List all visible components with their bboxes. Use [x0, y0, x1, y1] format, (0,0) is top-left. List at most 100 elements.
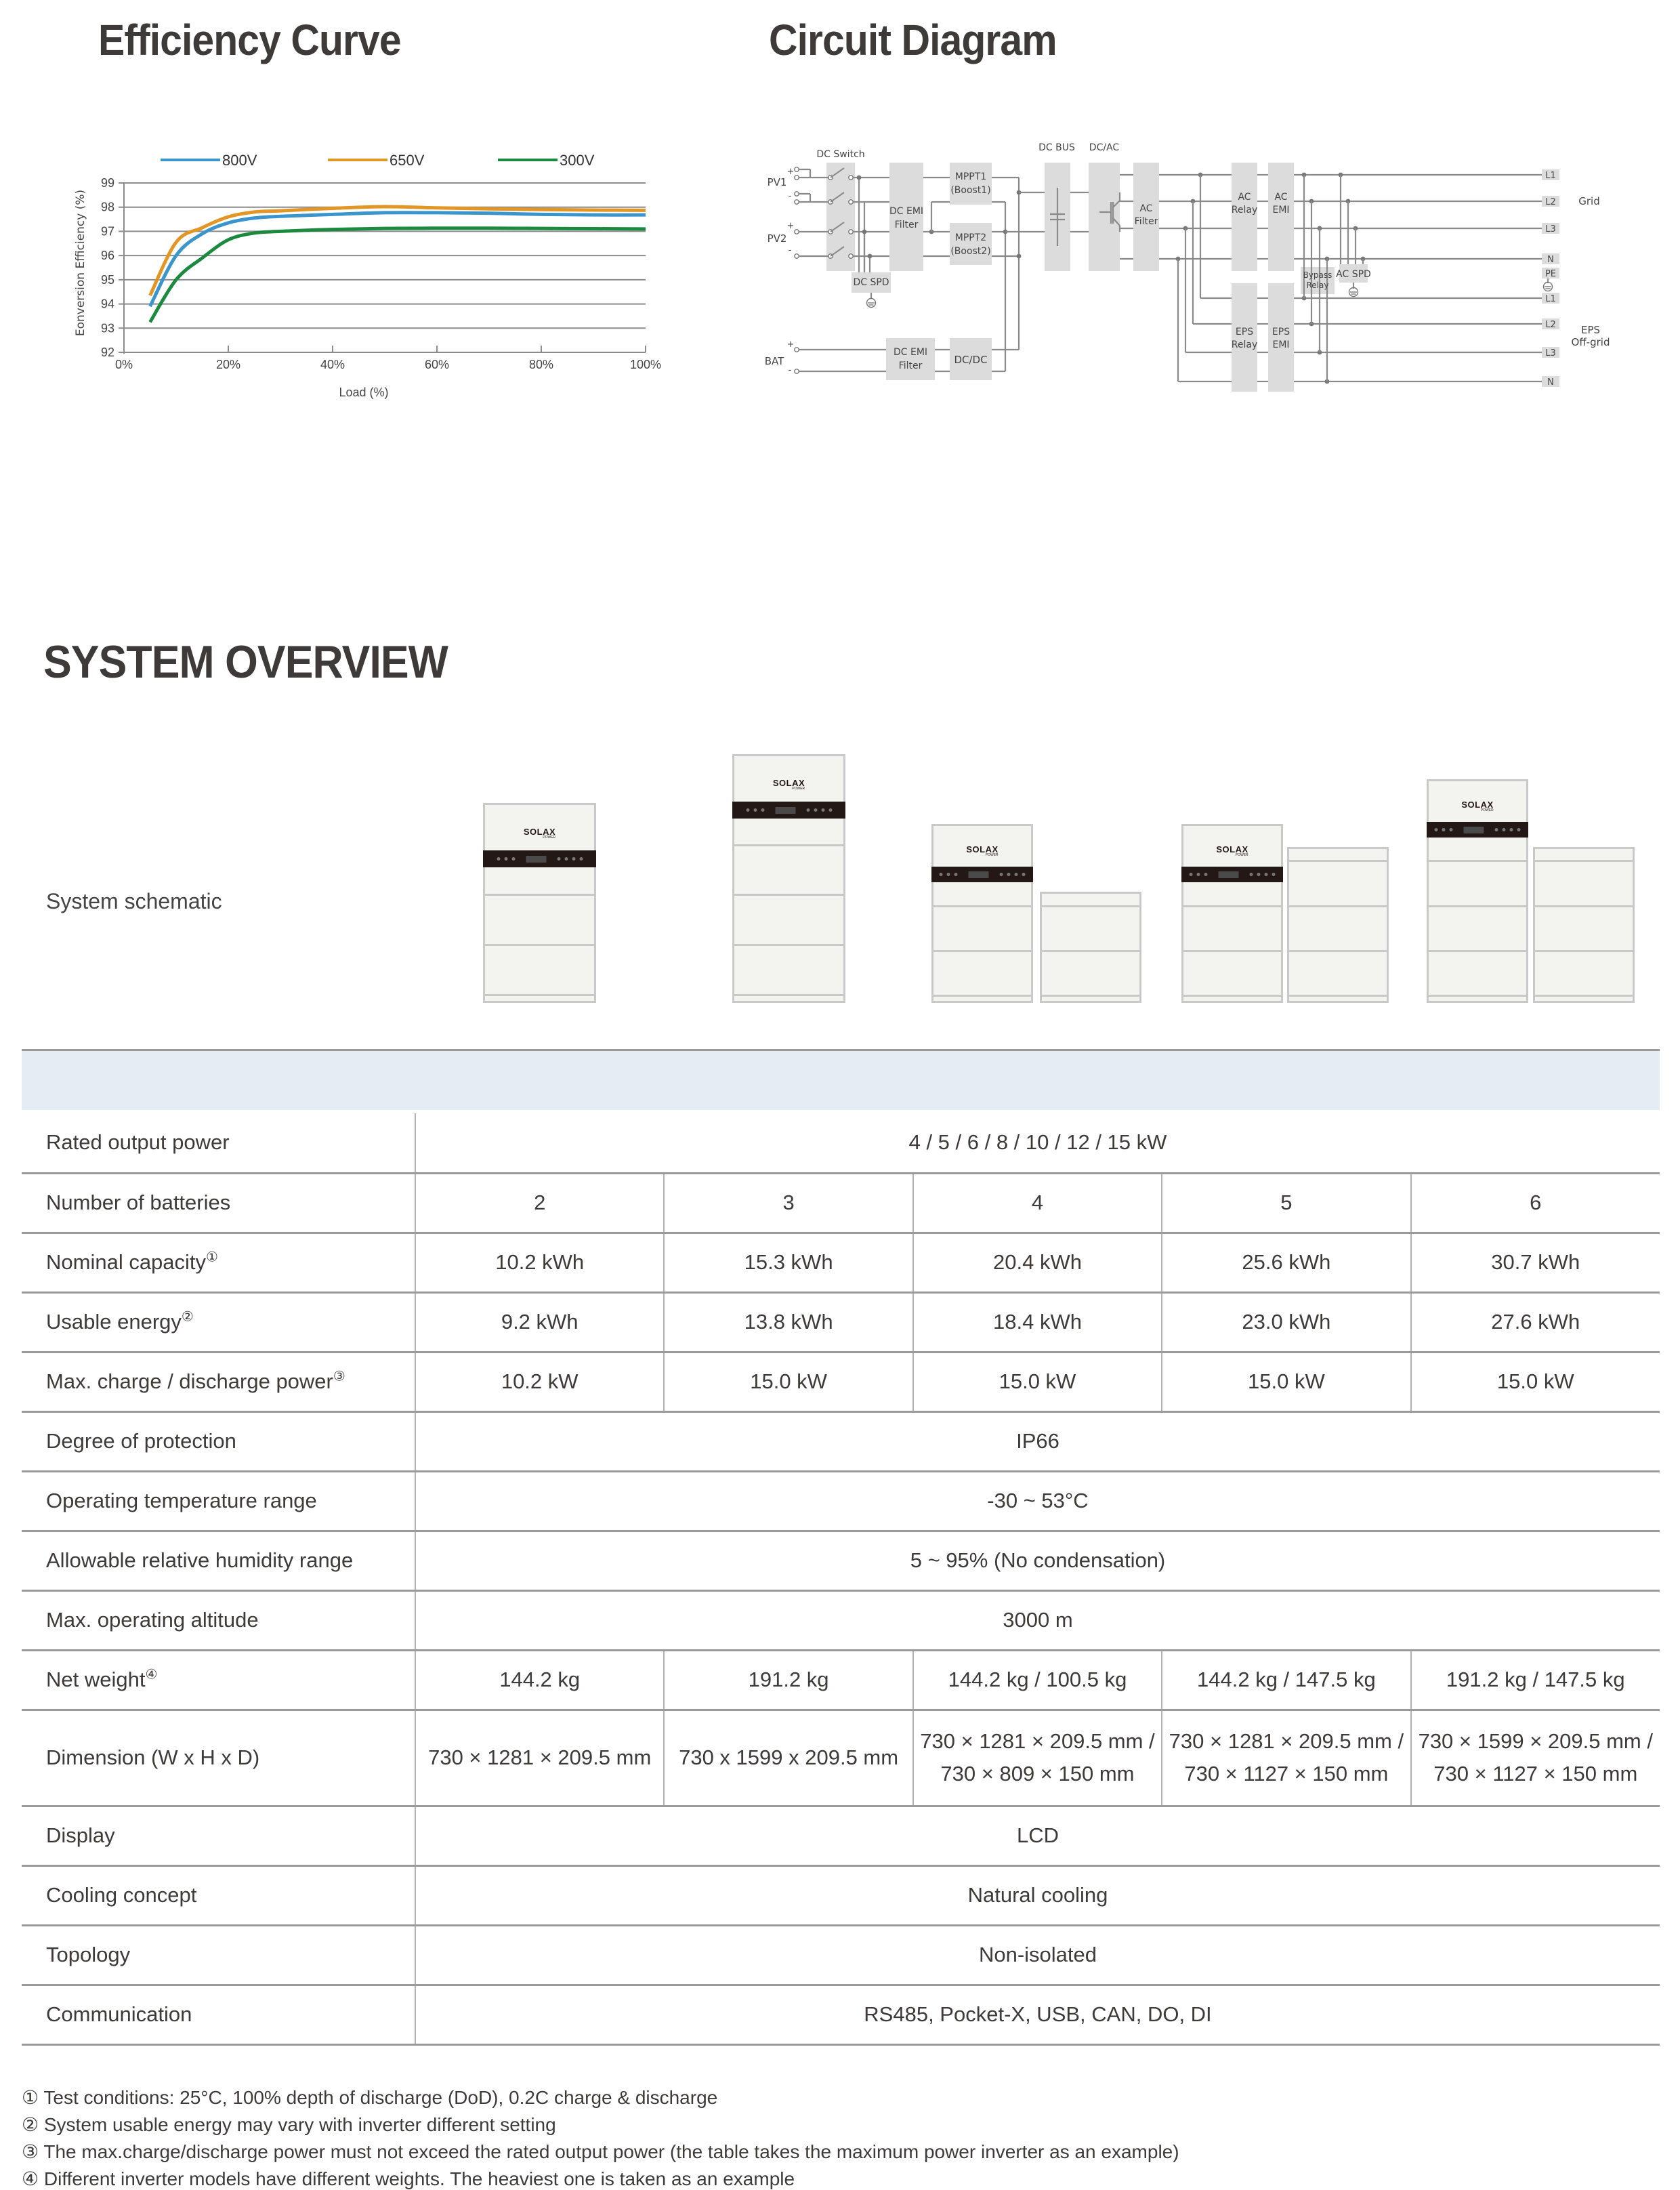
footnote-marker: ③ [333, 1369, 345, 1384]
junction [856, 175, 862, 180]
circuit-label: Bypass [1303, 270, 1332, 280]
row-label-text: Usable energy [46, 1310, 182, 1334]
battery-stack [1040, 892, 1141, 1003]
efficiency-chart: 92 93 94 95 96 97 98 99 0% 20% 40% 60% 80% 100% 800V 6… [74, 152, 661, 399]
row-value: 15.0 kW [1162, 1352, 1412, 1413]
legend-label: 300V [560, 152, 595, 169]
circuit-label: (Boost2) [950, 246, 990, 257]
indicator-leds [1434, 826, 1521, 833]
grid-terminal-label: L1 [1545, 171, 1556, 181]
circuit-label: EMI [1272, 339, 1289, 350]
ac-relay-block [1232, 163, 1257, 271]
battery-module-divider [1535, 905, 1633, 907]
chart-y-axis-label: Eonversion Efficiency (%) [74, 190, 87, 336]
circuit-label: DC/DC [954, 354, 987, 366]
battery-module-divider [1535, 860, 1633, 862]
row-label-text: Allowable relative humidity range [46, 1548, 354, 1572]
row-value: 144.2 kg [415, 1650, 665, 1711]
row-value: 191.2 kg / 147.5 kg [1410, 1650, 1660, 1711]
junction [867, 253, 873, 259]
row-label-text: Degree of protection [46, 1429, 236, 1453]
eps-label: EPS [1581, 324, 1600, 336]
x-tick-label: 100% [630, 358, 661, 371]
row-value: Non-isolated [415, 1925, 1660, 1986]
solax-logo: SOLAX POWER [1461, 800, 1493, 812]
battery-module-divider [485, 994, 594, 996]
circuit-label: (Boost1) [950, 185, 990, 196]
battery-module-divider [1429, 950, 1526, 952]
ac-emi-block [1268, 163, 1294, 271]
row-value: 27.6 kWh [1410, 1292, 1660, 1353]
series-line-300v [148, 226, 646, 323]
legend-label: 800V [222, 152, 257, 169]
circuit-label: MPPT2 [955, 232, 986, 243]
circuit-label: + [787, 221, 795, 231]
row-label-text: Cooling concept [46, 1883, 197, 1907]
indicator-leds [939, 871, 1026, 878]
system-overview-title: SYSTEM OVERVIEW [43, 636, 448, 688]
x-tick-label: 40% [320, 358, 345, 371]
row-label-text: Communication [46, 2002, 192, 2026]
pv2-label: PV2 [768, 232, 787, 245]
circuit-label: EMI [1272, 205, 1289, 215]
series-line-650v [148, 205, 646, 297]
spec-table: Rated output power 4 / 5 / 6 / 8 / 10 / 1… [22, 1113, 1660, 2046]
lcd-screen [1463, 826, 1484, 833]
circuit-label: AC [1139, 203, 1152, 214]
row-label: Net weight④ [22, 1650, 416, 1711]
row-value: 730 × 1599 × 209.5 mm / 730 × 1127 × 150 … [1410, 1710, 1660, 1807]
battery-module-divider [933, 950, 1031, 952]
terminal [794, 167, 799, 172]
x-tick-label: 80% [529, 358, 553, 371]
battery-stack [1287, 847, 1389, 1003]
battery-module-divider [1289, 905, 1387, 907]
circuit-label: + [787, 167, 795, 177]
row-label: Communication [22, 1985, 416, 2046]
dc-ac-block [1089, 163, 1120, 271]
circuit-label: DC EMI [894, 347, 927, 358]
table-row: Net weight④ 144.2 kg 191.2 kg 144.2 kg / 10… [22, 1650, 1660, 1711]
circuit-diagram-title: Circuit Diagram [769, 16, 1057, 64]
battery-module-divider [1042, 950, 1139, 952]
battery-module-divider [1042, 995, 1139, 997]
row-value: -30 ~ 53°C [415, 1471, 1660, 1532]
circuit-label: DC Switch [816, 149, 864, 160]
battery-module-divider [1289, 860, 1387, 862]
dimension-line: 730 × 1599 × 209.5 mm / [1418, 1729, 1653, 1753]
row-value: 191.2 kg [664, 1650, 914, 1711]
solax-logo: SOLAX POWER [773, 779, 805, 791]
footnote: ④ Different inverter models have differe… [22, 2168, 795, 2189]
circuit-label: - [789, 365, 792, 375]
row-label: Max. charge / discharge power③ [22, 1352, 416, 1413]
circuit-label: AC SPD [1336, 269, 1371, 280]
eps-terminal-label: N [1547, 377, 1554, 388]
indicator-leds [746, 806, 832, 814]
circuit-label: Filter [895, 220, 919, 230]
circuit-label: AC [1238, 192, 1251, 203]
row-value: 15.0 kW [664, 1352, 914, 1413]
solax-logo: SOLAX POWER [524, 827, 555, 840]
dimension-line: 730 × 1127 × 150 mm [1184, 1762, 1389, 1785]
terminal [794, 175, 799, 180]
battery-module-divider [1183, 905, 1281, 907]
mppt1-block [950, 163, 992, 205]
row-label: Operating temperature range [22, 1471, 416, 1532]
y-tick-label: 97 [101, 224, 114, 238]
footnote-marker: ① [206, 1249, 218, 1265]
row-value: 4 [912, 1173, 1163, 1234]
table-row: Communication RS485, Pocket-X, USB, CAN, … [22, 1985, 1660, 2046]
circuit-label: Relay [1307, 281, 1329, 290]
terminal [794, 229, 799, 234]
dimension-line: 730 × 1281 × 209.5 mm / [1169, 1729, 1404, 1753]
row-value: 6 [1410, 1173, 1660, 1234]
y-tick-label: 99 [101, 176, 114, 190]
row-value: 3 [664, 1173, 914, 1234]
row-label: Number of batteries [22, 1173, 416, 1234]
table-row: Max. operating altitude 3000 m [22, 1590, 1660, 1651]
table-row: Operating temperature range -30 ~ 53°C [22, 1471, 1660, 1532]
row-value: 144.2 kg / 100.5 kg [912, 1650, 1163, 1711]
row-label: Max. operating altitude [22, 1590, 416, 1651]
circuit-label: DC/AC [1089, 142, 1120, 153]
battery-module-divider [1429, 995, 1526, 997]
indicator-leds [1189, 871, 1276, 878]
